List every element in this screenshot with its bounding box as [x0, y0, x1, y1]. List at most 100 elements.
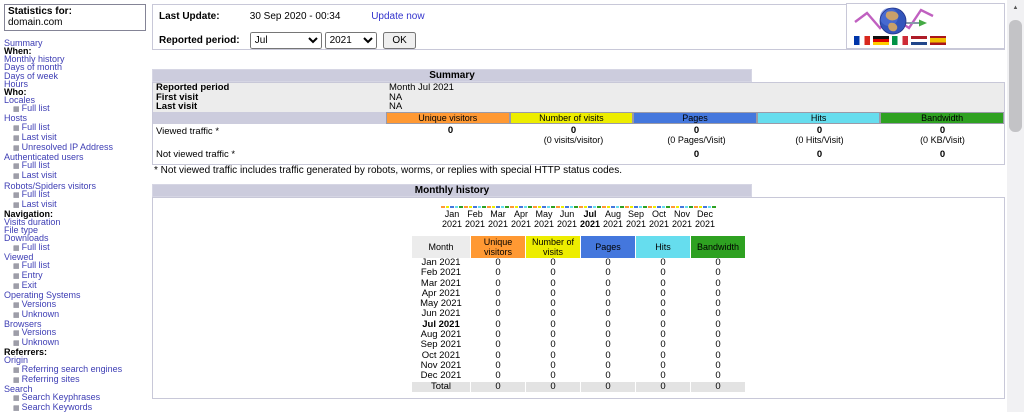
chart-bar-hits — [708, 206, 712, 208]
chart-bar-hits — [662, 206, 666, 208]
chart-bar-number-of-visits — [676, 206, 680, 208]
total-value-cell: 0 — [691, 382, 745, 392]
chart-bar-bandwidth — [528, 206, 532, 208]
chart-month-group: Oct2021 — [648, 205, 671, 229]
month-year: 2021 — [556, 220, 579, 230]
not-viewed-traffic-cell — [389, 147, 512, 164]
chart-month-label: May2021 — [533, 210, 556, 229]
scrollbar-up-arrow-icon[interactable]: ▲ — [1007, 0, 1024, 16]
chart-month-label: Jul2021 — [579, 210, 602, 229]
viewed-traffic-cell: 0(0 visits/visitor) — [512, 126, 635, 147]
month-year: 2021 — [464, 220, 487, 230]
chart-bars — [648, 205, 671, 208]
flag-germany-icon[interactable] — [873, 36, 889, 45]
chart-bar-hits — [685, 206, 689, 208]
flag-netherlands-icon[interactable] — [911, 36, 927, 45]
not-viewed-traffic-cell: 0 — [881, 147, 1004, 164]
monthly-metric-header: Unique visitors — [471, 236, 525, 258]
grid-bullet-icon: ▦ — [13, 395, 20, 402]
chart-month-group: Dec2021 — [694, 205, 717, 229]
sidebar-item-label: Versions — [22, 299, 57, 309]
not-viewed-traffic-label: Not viewed traffic * — [153, 147, 389, 164]
chart-month-label: Aug2021 — [602, 210, 625, 229]
sidebar-item[interactable]: ▦Search Keywords — [4, 403, 146, 412]
chart-month-label: Jun2021 — [556, 210, 579, 229]
month-year: 2021 — [694, 220, 717, 230]
chart-bar-number-of-visits — [607, 206, 611, 208]
month-year: 2021 — [533, 220, 556, 230]
ok-button[interactable]: OK — [383, 32, 415, 49]
chart-bar-pages — [496, 206, 500, 208]
month-year: 2021 — [671, 220, 694, 230]
chart-month-group: Jan2021 — [441, 205, 464, 229]
flag-france-icon[interactable] — [854, 36, 870, 45]
chart-month-label: Feb2021 — [464, 210, 487, 229]
monthly-total-row: Total00000 — [412, 382, 745, 392]
chart-bar-bandwidth — [620, 206, 624, 208]
monthly-history-panel: Jan2021Feb2021Mar2021Apr2021May2021Jun20… — [152, 197, 1005, 399]
sidebar-item-label: Full list — [22, 189, 50, 199]
last-visit-info-row: Last visit NA — [153, 102, 1004, 112]
viewed-traffic-ratio: (0 KB/Visit) — [881, 136, 1004, 145]
summary-metric-header: Pages — [633, 112, 757, 124]
chart-bars — [556, 205, 579, 208]
month-year: 2021 — [648, 220, 671, 230]
grid-bullet-icon: ▦ — [13, 312, 20, 319]
viewed-traffic-row: Viewed traffic * 00(0 visits/visitor)0(0… — [153, 124, 1004, 147]
last-update-label: Last Update: — [159, 11, 247, 22]
sidebar-menu: SummaryWhen:Monthly historyDays of month… — [4, 39, 146, 412]
update-now-link[interactable]: Update now — [371, 11, 424, 22]
not-viewed-footnote: * Not viewed traffic includes traffic ge… — [154, 165, 622, 176]
sidebar-item-label: Search Keywords — [22, 402, 93, 412]
sidebar-item-label: Full list — [22, 260, 50, 270]
monthly-metric-header: Number of visits — [526, 236, 580, 258]
chart-month-group: May2021 — [533, 205, 556, 229]
viewed-traffic-value: 0 — [389, 126, 512, 136]
monthly-row: Oct 202100000 — [412, 351, 745, 361]
year-select[interactable]: 2021 — [325, 32, 377, 49]
reported-period-label: Reported period: — [159, 35, 247, 46]
chart-bar-bandwidth — [551, 206, 555, 208]
sidebar-item-label: Unknown — [22, 309, 60, 319]
flag-spain-icon[interactable] — [930, 36, 946, 45]
monthly-row: Mar 202100000 — [412, 279, 745, 289]
chart-bar-number-of-visits — [515, 206, 519, 208]
scrollbar-thumb[interactable] — [1009, 20, 1022, 132]
chart-bar-hits — [639, 206, 643, 208]
chart-bars — [533, 205, 556, 208]
first-visit-info-row: First visit NA — [153, 93, 1004, 103]
chart-bar-unique-visitors — [510, 206, 514, 208]
monthly-row: Dec 202100000 — [412, 371, 745, 381]
chart-month-label: Jan2021 — [441, 210, 464, 229]
chart-bar-hits — [547, 206, 551, 208]
monthly-history-table: Month Unique visitorsNumber of visitsPag… — [411, 236, 746, 392]
month-year: 2021 — [602, 220, 625, 230]
monthly-table-body: Jan 202100000Feb 202100000Mar 202100000A… — [412, 258, 745, 392]
sidebar-item[interactable]: ▦Last visit — [4, 171, 146, 181]
summary-table: Reported period Month Jul 2021 First vis… — [152, 82, 1005, 165]
monthly-table-header-row: Month Unique visitorsNumber of visitsPag… — [412, 236, 745, 258]
chart-bars — [487, 205, 510, 208]
vertical-scrollbar[interactable]: ▲ — [1007, 0, 1024, 412]
chart-month-group: Jul2021 — [579, 205, 602, 229]
summary-section-title: Summary — [152, 69, 752, 82]
sidebar-item-label: Versions — [22, 327, 57, 337]
sidebar-item-label: Entry — [22, 270, 43, 280]
sidebar-item-label: Last visit — [22, 199, 57, 209]
not-viewed-traffic-cell — [512, 147, 635, 164]
chart-bar-bandwidth — [712, 206, 716, 208]
chart-bars — [671, 205, 694, 208]
monthly-history-chart: Jan2021Feb2021Mar2021Apr2021May2021Jun20… — [153, 205, 1004, 229]
chart-month-group: Aug2021 — [602, 205, 625, 229]
month-select[interactable]: Jul — [250, 32, 322, 49]
monthly-metric-header: Bandwidth — [691, 236, 745, 258]
last-update-value: 30 Sep 2020 - 00:34 — [250, 11, 341, 22]
summary-metric-header: Number of visits — [510, 112, 634, 124]
chart-bar-number-of-visits — [630, 206, 634, 208]
flag-italy-icon[interactable] — [892, 36, 908, 45]
monthly-history-section-title: Monthly history — [152, 184, 752, 197]
chart-bar-unique-visitors — [533, 206, 537, 208]
sidebar-item-label: Full list — [22, 103, 50, 113]
total-label-cell: Total — [412, 382, 470, 392]
chart-bar-unique-visitors — [487, 206, 491, 208]
